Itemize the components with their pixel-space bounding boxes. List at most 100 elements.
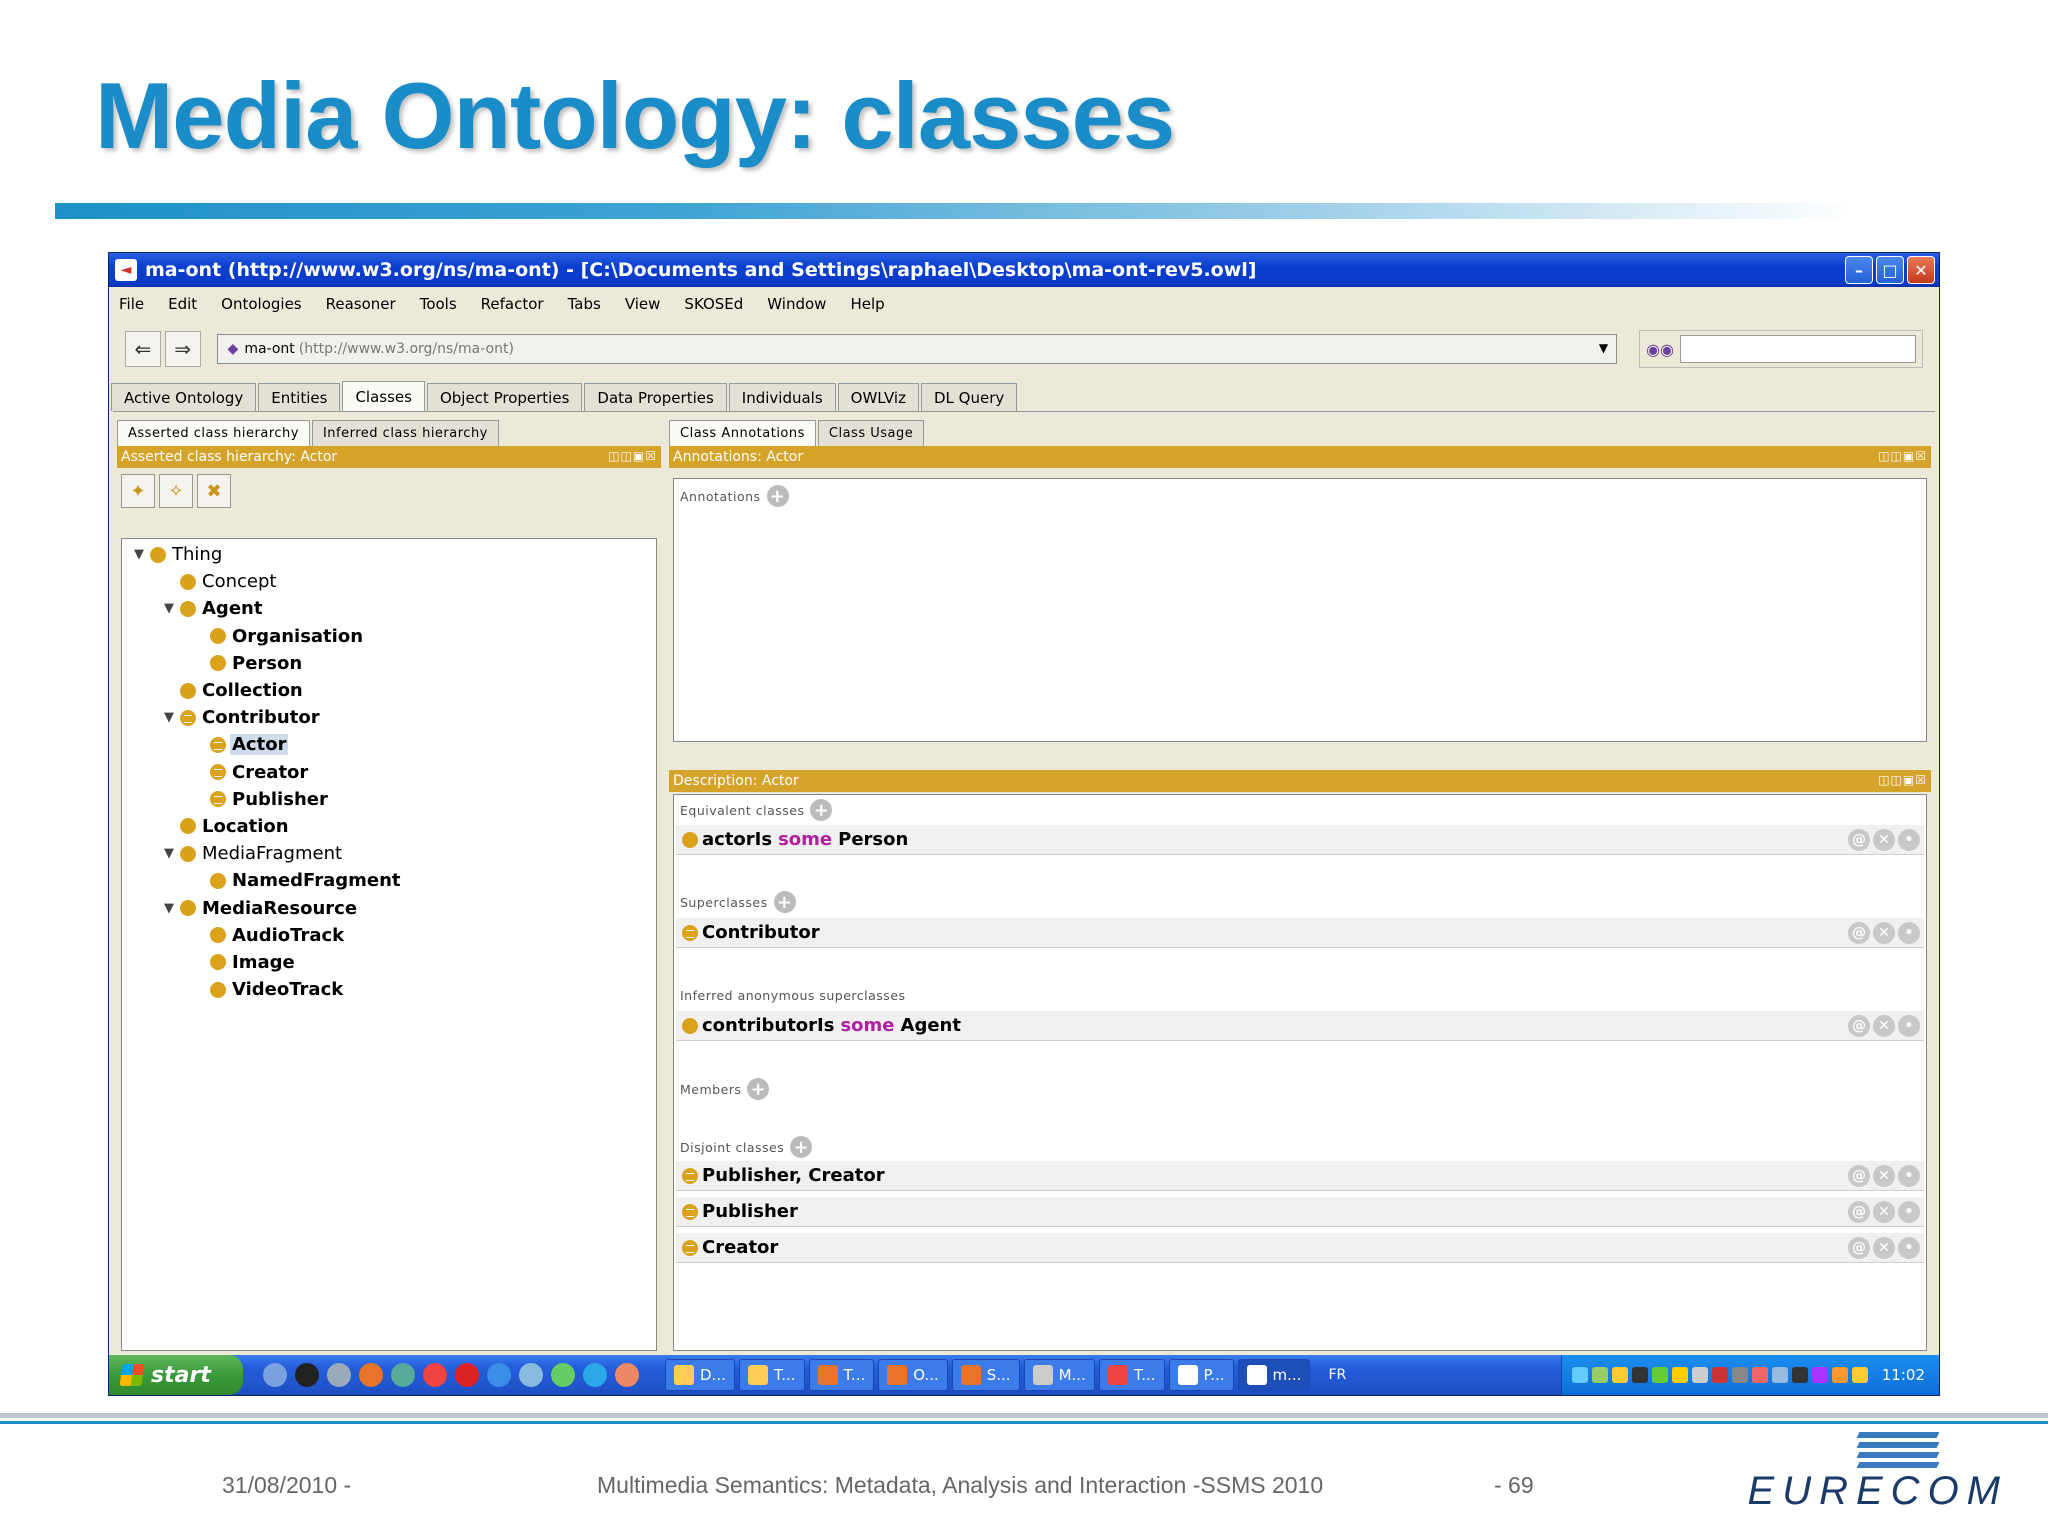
menu-help[interactable]: Help [850,295,884,313]
tray-icon[interactable] [1831,1367,1848,1383]
taskbar-item-active[interactable]: m... [1237,1359,1311,1391]
expand-toggle-icon[interactable]: ▼ [164,901,178,916]
app-icon[interactable] [327,1363,351,1387]
add-annotation-button[interactable]: + [766,485,789,507]
equivalent-row[interactable]: actorIs some Person @ ✕ • [676,825,1924,855]
annotate-icon[interactable]: @ [1848,829,1870,851]
tree-node[interactable]: ▼ MediaFragment [122,840,656,867]
taskbar-item[interactable]: M... [1023,1359,1095,1391]
app-icon[interactable] [391,1363,415,1387]
window-titlebar[interactable]: ◄ ma-ont (http://www.w3.org/ns/ma-ont) -… [109,253,1939,287]
taskbar-item[interactable]: O... [878,1359,948,1391]
annotate-icon[interactable]: @ [1848,1237,1870,1259]
delete-class-button[interactable]: ✖ [197,474,231,508]
edit-icon[interactable]: • [1898,1237,1920,1259]
taskbar-item[interactable]: T... [808,1359,875,1391]
view-controls-icon[interactable]: ◫◫▣☒ [608,449,657,463]
edit-icon[interactable]: • [1898,1015,1920,1037]
tray-icon[interactable] [1671,1367,1688,1383]
annotate-icon[interactable]: @ [1848,922,1870,944]
volume-icon[interactable] [1731,1367,1748,1383]
taskbar-item[interactable]: D... [665,1359,735,1391]
minimize-button[interactable]: – [1845,256,1873,284]
start-button[interactable]: start [109,1355,243,1395]
language-indicator[interactable]: FR [1328,1367,1346,1383]
mail-icon[interactable] [1611,1367,1628,1383]
view-controls-icon[interactable]: ◫◫▣☒ [1878,773,1927,787]
tray-icon[interactable] [1851,1367,1868,1383]
delete-icon[interactable]: ✕ [1873,1015,1895,1037]
skype-icon[interactable] [583,1363,607,1387]
menu-ontologies[interactable]: Ontologies [221,295,301,313]
app-icon[interactable] [615,1363,639,1387]
tray-icon[interactable] [1691,1367,1708,1383]
tray-icon[interactable] [1631,1367,1648,1383]
tray-icon[interactable] [1791,1367,1808,1383]
search-input[interactable] [1679,335,1916,363]
close-button[interactable]: ✕ [1907,256,1935,284]
tab-inferred-hierarchy[interactable]: Inferred class hierarchy [311,420,499,446]
menu-skosed[interactable]: SKOSEd [684,295,743,313]
chevron-down-icon[interactable]: ▼ [1599,341,1608,355]
taskbar-item[interactable]: P... [1168,1359,1234,1391]
tree-node[interactable]: ▼ Thing [122,541,656,568]
tray-icon[interactable] [1771,1367,1788,1383]
console-icon[interactable] [295,1363,319,1387]
superclass-row[interactable]: Contributor @ ✕ • [676,918,1924,948]
ie-icon[interactable] [487,1363,511,1387]
disjoint-row[interactable]: Creator @ ✕ • [676,1233,1924,1263]
tab-data-properties[interactable]: Data Properties [584,383,727,411]
tab-individuals[interactable]: Individuals [728,383,836,411]
inferred-row[interactable]: contributorIs some Agent @ ✕ • [676,1011,1924,1041]
desktop-icon[interactable] [263,1363,287,1387]
tree-node[interactable]: Location [122,813,656,840]
annotate-icon[interactable]: @ [1848,1015,1870,1037]
add-superclass-button[interactable]: + [773,891,796,913]
tree-node[interactable]: Actor [122,731,656,758]
menu-window[interactable]: Window [767,295,826,313]
tree-node[interactable]: VideoTrack [122,976,656,1003]
add-subclass-button[interactable]: ✦ [121,474,155,508]
edit-icon[interactable]: • [1898,922,1920,944]
tree-node[interactable]: Organisation [122,623,656,650]
taskbar-item[interactable]: T... [738,1359,805,1391]
tree-node[interactable]: ▼ MediaResource [122,894,656,921]
tree-node[interactable]: ▼ Agent [122,595,656,622]
expand-toggle-icon[interactable]: ▼ [134,547,148,562]
network-icon[interactable] [1571,1367,1588,1383]
annotate-icon[interactable]: @ [1848,1165,1870,1187]
delete-icon[interactable]: ✕ [1873,1237,1895,1259]
ontology-selector[interactable]: ◆ ma-ont (http://www.w3.org/ns/ma-ont) ▼ [216,334,1618,364]
disjoint-row[interactable]: Publisher @ ✕ • [676,1197,1924,1227]
chrome-icon[interactable] [423,1363,447,1387]
taskbar-item[interactable]: S... [951,1359,1020,1391]
menu-refactor[interactable]: Refactor [481,295,544,313]
back-button[interactable]: ⇐ [125,331,161,367]
tab-class-annotations[interactable]: Class Annotations [669,420,816,446]
add-disjoint-button[interactable]: + [790,1136,813,1158]
tree-node[interactable]: AudioTrack [122,922,656,949]
annotate-icon[interactable]: @ [1848,1201,1870,1223]
add-sibling-button[interactable]: ✧ [159,474,193,508]
menu-tools[interactable]: Tools [420,295,457,313]
app-icon[interactable] [519,1363,543,1387]
expand-toggle-icon[interactable]: ▼ [164,846,178,861]
tray-icon[interactable] [1811,1367,1828,1383]
tree-node[interactable]: Concept [122,568,656,595]
tab-class-usage[interactable]: Class Usage [817,420,925,446]
tray-icon[interactable] [1591,1367,1608,1383]
tray-icon[interactable] [1711,1367,1728,1383]
tab-object-properties[interactable]: Object Properties [426,383,583,411]
shield-icon[interactable] [1651,1367,1668,1383]
tree-node[interactable]: Collection [122,677,656,704]
menu-tabs[interactable]: Tabs [568,295,601,313]
edit-icon[interactable]: • [1898,1165,1920,1187]
tray-icon[interactable] [1751,1367,1768,1383]
app-icon[interactable] [551,1363,575,1387]
clock[interactable]: 11:02 [1882,1366,1925,1384]
maximize-button[interactable]: □ [1876,256,1904,284]
tree-node[interactable]: NamedFragment [122,867,656,894]
tree-node[interactable]: Publisher [122,786,656,813]
tree-node[interactable]: Person [122,650,656,677]
tree-node[interactable]: ▼ Contributor [122,704,656,731]
